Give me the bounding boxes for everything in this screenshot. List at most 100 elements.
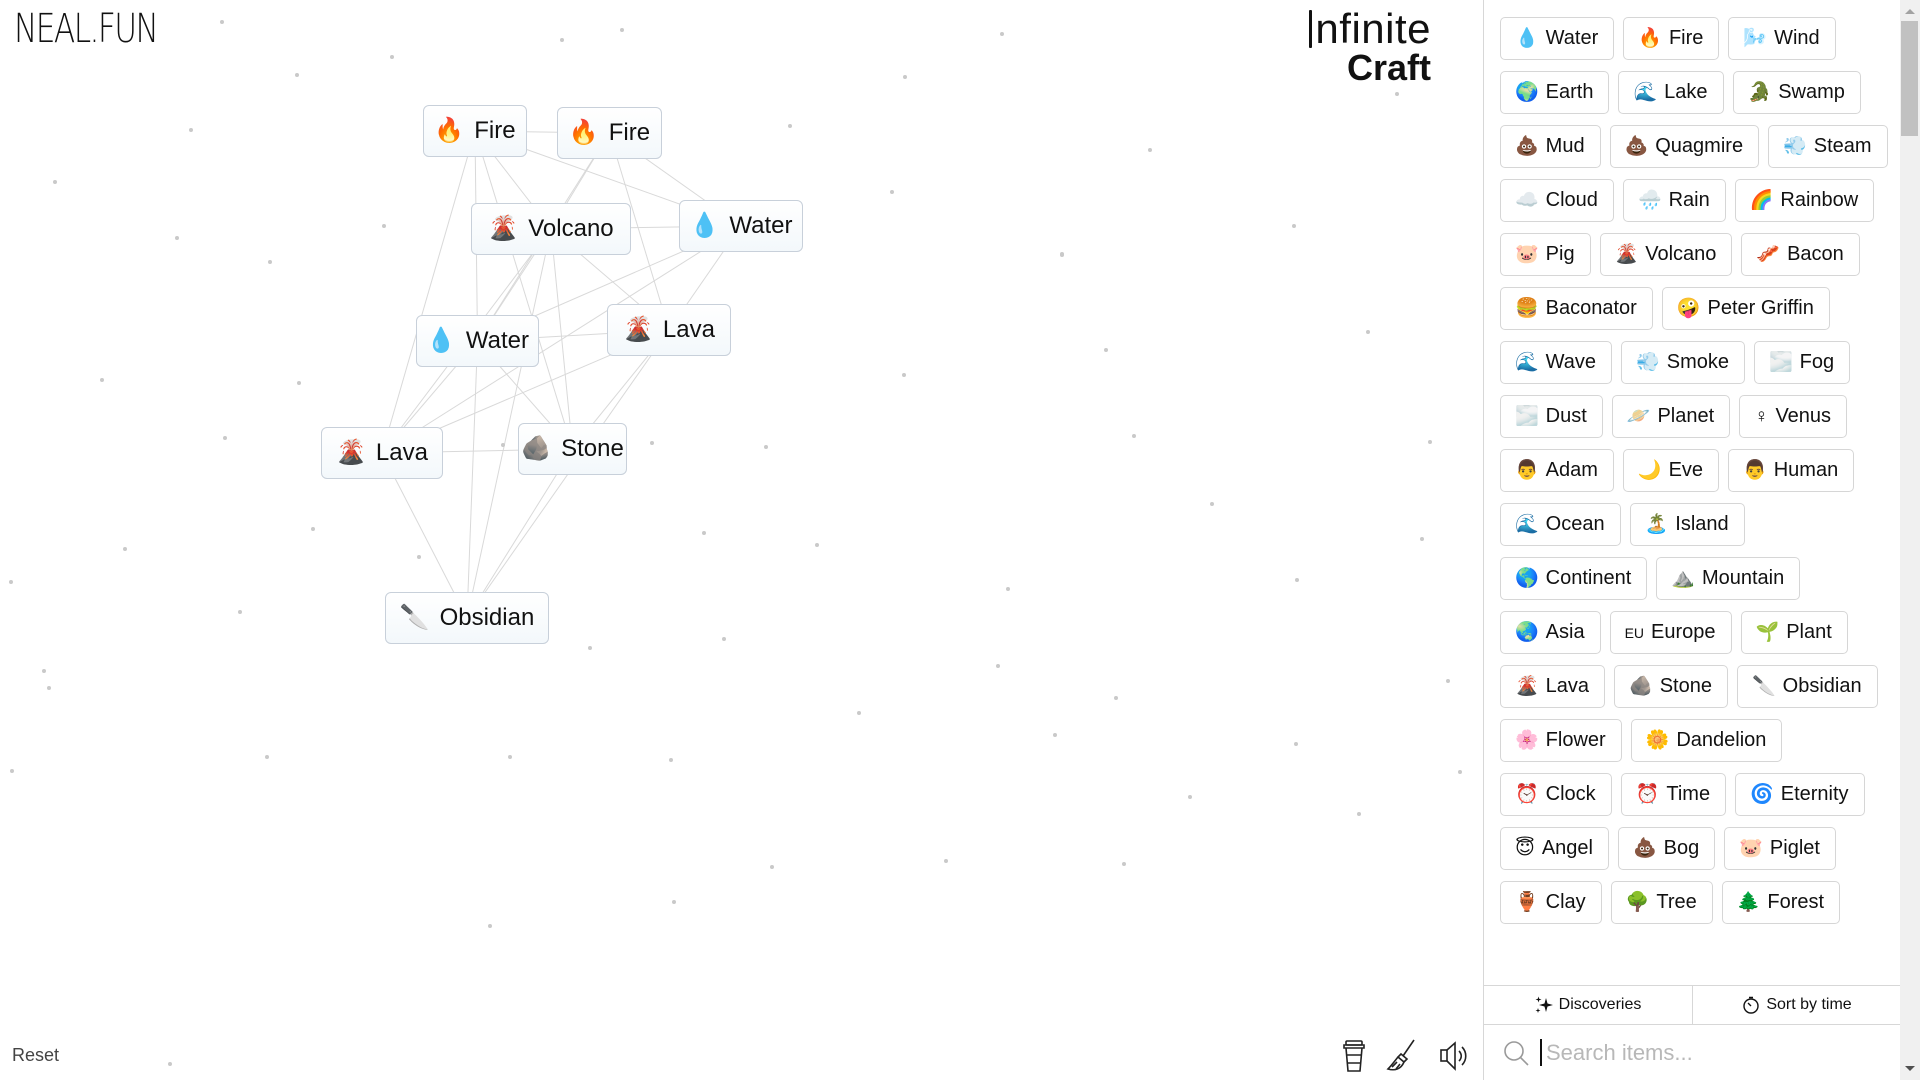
sidebar-item-europe[interactable]: EU Europe: [1609, 611, 1732, 654]
canvas-node-obsidian[interactable]: 🔪 Obsidian: [385, 592, 549, 644]
canvas-node-water-1[interactable]: 💧 Water: [679, 200, 803, 252]
sidebar-item-tree[interactable]: 🌳 Tree: [1610, 881, 1713, 924]
sidebar-item-smoke[interactable]: 💨 Smoke: [1621, 341, 1745, 384]
sidebar-item-obsidian[interactable]: 🔪 Obsidian: [1736, 665, 1878, 708]
sparkles-icon: [1535, 996, 1553, 1013]
bacon-emoji-icon: 🥓: [1756, 244, 1781, 265]
background-dot: [996, 664, 1000, 668]
sidebar-item-earth[interactable]: 🌍 Earth: [1500, 71, 1610, 114]
sidebar-scrollbar[interactable]: [1900, 0, 1920, 1080]
canvas-node-fire-1[interactable]: 🔥 Fire: [423, 105, 527, 157]
sidebar-item-piglet[interactable]: 🐷 Piglet: [1724, 827, 1836, 870]
craft-canvas[interactable]: NEAL.FUN nfinite Craft 🔥 Fire 🔥 Fire 🌋 Volcan…: [0, 0, 1483, 1080]
sidebar-item-label: Dust: [1545, 405, 1587, 427]
sidebar-item-angel[interactable]: 😇 Angel: [1500, 827, 1609, 870]
canvas-node-stone[interactable]: 🪨 Stone: [518, 423, 627, 475]
sidebar-item-asia[interactable]: 🌏 Asia: [1500, 611, 1601, 654]
sidebar-item-label: Water: [1545, 27, 1599, 49]
sidebar-item-plant[interactable]: 🌱 Plant: [1740, 611, 1848, 654]
sidebar-item-planet[interactable]: 🪐 Planet: [1611, 395, 1731, 438]
sidebar-item-quagmire[interactable]: 💩 Quagmire: [1609, 125, 1760, 168]
sidebar-item-stone[interactable]: 🪨 Stone: [1614, 665, 1728, 708]
logo-line1: nfinite: [1315, 5, 1431, 52]
sidebar-item-wind[interactable]: 🌬️ Wind: [1728, 17, 1836, 60]
sidebar-item-fog[interactable]: 🌫️ Fog: [1753, 341, 1851, 384]
canvas-node-volcano[interactable]: 🌋 Volcano: [471, 203, 631, 255]
sidebar-item-island[interactable]: 🏝️ Island: [1629, 503, 1745, 546]
sidebar-item-forest[interactable]: 🌲 Forest: [1721, 881, 1841, 924]
sort-by-time-button[interactable]: Sort by time: [1692, 986, 1901, 1024]
sidebar-item-human[interactable]: 👨 Human: [1728, 449, 1855, 492]
ocean-emoji-icon: 🌊: [1515, 514, 1539, 535]
background-dot: [42, 669, 46, 673]
broom-icon[interactable]: [1386, 1038, 1418, 1074]
canvas-node-water-2[interactable]: 💧 Water: [416, 315, 539, 367]
sidebar-item-rainbow[interactable]: 🌈 Rainbow: [1734, 179, 1875, 222]
sidebar-item-label: Mountain: [1701, 567, 1785, 589]
scroll-down-arrow-icon[interactable]: [1905, 1066, 1915, 1071]
sidebar-item-cloud[interactable]: ☁️ Cloud: [1500, 179, 1614, 222]
sidebar-item-fire[interactable]: 🔥 Fire: [1623, 17, 1720, 60]
sidebar-item-label: Dandelion: [1676, 729, 1767, 751]
background-dot: [1122, 862, 1126, 866]
sidebar-item-steam[interactable]: 💨 Steam: [1768, 125, 1888, 168]
sidebar-item-label: Eve: [1668, 459, 1704, 481]
sidebar-item-flower[interactable]: 🌸 Flower: [1500, 719, 1622, 762]
background-dot: [1132, 434, 1136, 438]
sidebar-item-baconator[interactable]: 🍔 Baconator: [1500, 287, 1653, 330]
canvas-node-lava-2[interactable]: 🌋 Lava: [321, 427, 443, 479]
sidebar-item-pig[interactable]: 🐷 Pig: [1500, 233, 1591, 276]
sidebar-item-mud[interactable]: 💩 Mud: [1500, 125, 1601, 168]
scrollbar-thumb[interactable]: [1901, 21, 1918, 136]
flower-emoji-icon: 🌸: [1515, 730, 1539, 751]
reset-button[interactable]: Reset: [12, 1045, 59, 1066]
background-dot: [1458, 770, 1462, 774]
sidebar-item-continent[interactable]: 🌎 Continent: [1500, 557, 1648, 600]
sidebar-item-dust[interactable]: 🌫️ Dust: [1500, 395, 1603, 438]
sidebar-item-ocean[interactable]: 🌊 Ocean: [1500, 503, 1621, 546]
sidebar-item-label: Lake: [1664, 81, 1708, 103]
canvas-node-lava-1[interactable]: 🌋 Lava: [607, 304, 731, 356]
sidebar-item-rain[interactable]: 🌧️ Rain: [1622, 179, 1726, 222]
sidebar-item-clock[interactable]: ⏰ Clock: [1500, 773, 1612, 816]
lake-emoji-icon: 🌊: [1633, 82, 1658, 103]
sidebar-item-mountain[interactable]: ⛰️ Mountain: [1656, 557, 1801, 600]
rain-emoji-icon: 🌧️: [1637, 190, 1662, 211]
sidebar-item-eternity[interactable]: 🌀 Eternity: [1735, 773, 1865, 816]
coffee-cup-icon[interactable]: [1338, 1038, 1370, 1074]
lava-emoji-icon: 🌋: [1515, 676, 1539, 697]
bog-emoji-icon: 💩: [1632, 838, 1657, 859]
sidebar-item-lake[interactable]: 🌊 Lake: [1618, 71, 1724, 114]
search-icon: [1504, 1040, 1529, 1066]
sidebar-item-peter-griffin[interactable]: 🤪 Peter Griffin: [1661, 287, 1830, 330]
sidebar-item-bacon[interactable]: 🥓 Bacon: [1741, 233, 1860, 276]
sidebar-item-wave[interactable]: 🌊 Wave: [1500, 341, 1613, 384]
sidebar-item-water[interactable]: 💧 Water: [1500, 17, 1615, 60]
sidebar-item-volcano[interactable]: 🌋 Volcano: [1599, 233, 1733, 276]
sidebar-item-adam[interactable]: 👨 Adam: [1500, 449, 1614, 492]
sidebar-item-label: Island: [1675, 513, 1729, 535]
water-emoji-icon: 💧: [425, 327, 456, 354]
background-dot: [265, 755, 269, 759]
sidebar-item-bog[interactable]: 💩 Bog: [1617, 827, 1716, 870]
sidebar-item-venus[interactable]: ♀ Venus: [1739, 395, 1848, 438]
sidebar-item-eve[interactable]: 🌙 Eve: [1622, 449, 1720, 492]
smoke-emoji-icon: 💨: [1636, 352, 1660, 373]
background-dot: [903, 75, 907, 79]
speaker-icon[interactable]: [1438, 1038, 1470, 1074]
discoveries-button[interactable]: Discoveries: [1484, 986, 1692, 1024]
scroll-up-arrow-icon[interactable]: [1905, 9, 1915, 14]
text-cursor-icon: [1309, 10, 1313, 48]
neal-fun-logo[interactable]: NEAL.FUN: [14, 6, 159, 52]
sidebar-item-lava[interactable]: 🌋 Lava: [1500, 665, 1606, 708]
canvas-node-fire-2[interactable]: 🔥 Fire: [557, 107, 662, 159]
search-input[interactable]: [1544, 1038, 1848, 1067]
sidebar-item-label: Earth: [1545, 81, 1594, 103]
sidebar-item-time[interactable]: ⏰ Time: [1620, 773, 1727, 816]
sidebar-item-label: Steam: [1813, 135, 1872, 157]
sidebar-item-swamp[interactable]: 🐊 Swamp: [1732, 71, 1861, 114]
sidebar-item-dandelion[interactable]: 🌼 Dandelion: [1630, 719, 1783, 762]
venus-emoji-icon: ♀: [1754, 406, 1769, 427]
sidebar-item-clay[interactable]: 🏺 Clay: [1500, 881, 1602, 924]
sidebar-item-label: Wind: [1774, 27, 1820, 49]
